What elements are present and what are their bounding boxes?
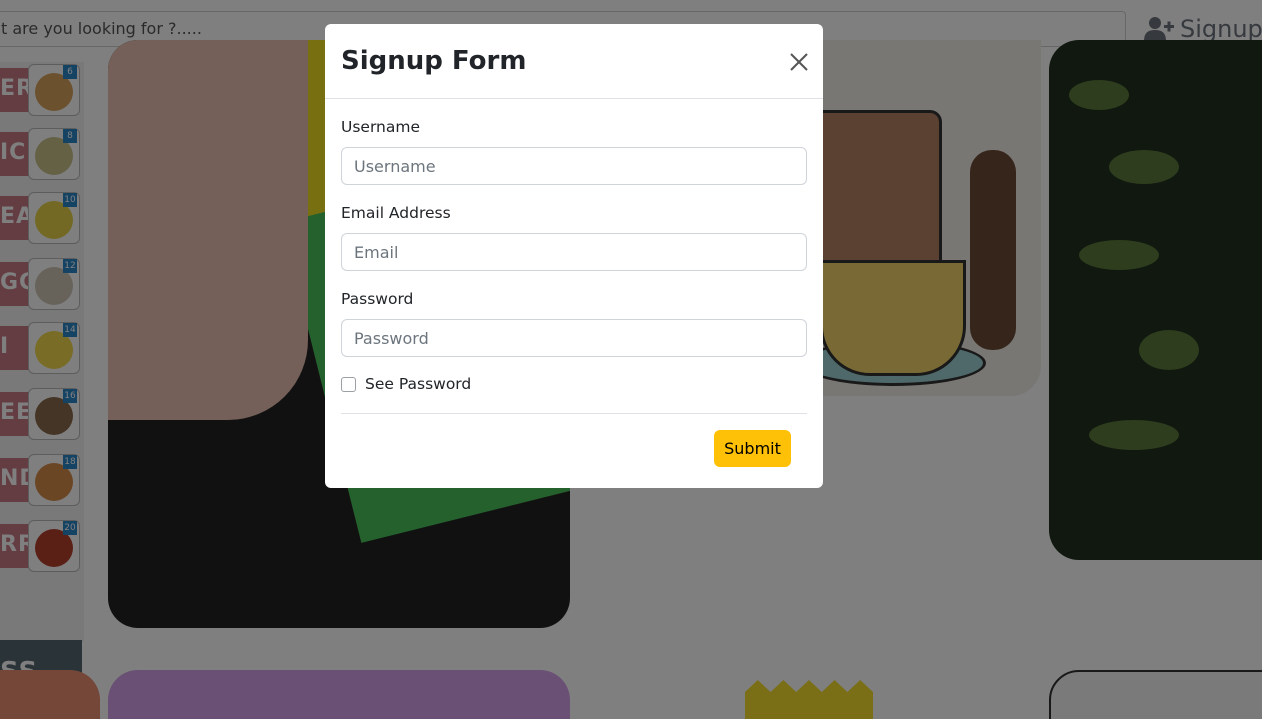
- modal-header: Signup Form: [325, 24, 823, 99]
- see-password-checkbox[interactable]: [341, 377, 356, 392]
- username-label: Username: [341, 118, 421, 136]
- password-label: Password: [341, 290, 414, 308]
- signup-modal: Signup Form Username Email Address Passw…: [325, 24, 823, 488]
- email-input[interactable]: [341, 233, 807, 271]
- see-password-label[interactable]: See Password: [365, 375, 471, 393]
- modal-divider: [341, 413, 807, 414]
- close-button[interactable]: [785, 48, 813, 76]
- modal-title: Signup Form: [341, 46, 527, 76]
- email-label: Email Address: [341, 204, 451, 222]
- password-input[interactable]: [341, 319, 807, 357]
- close-icon: [790, 53, 808, 71]
- username-input[interactable]: [341, 147, 807, 185]
- submit-button[interactable]: Submit: [714, 430, 791, 467]
- page: t are you looking for ?..... Signup ER 6…: [0, 0, 1262, 719]
